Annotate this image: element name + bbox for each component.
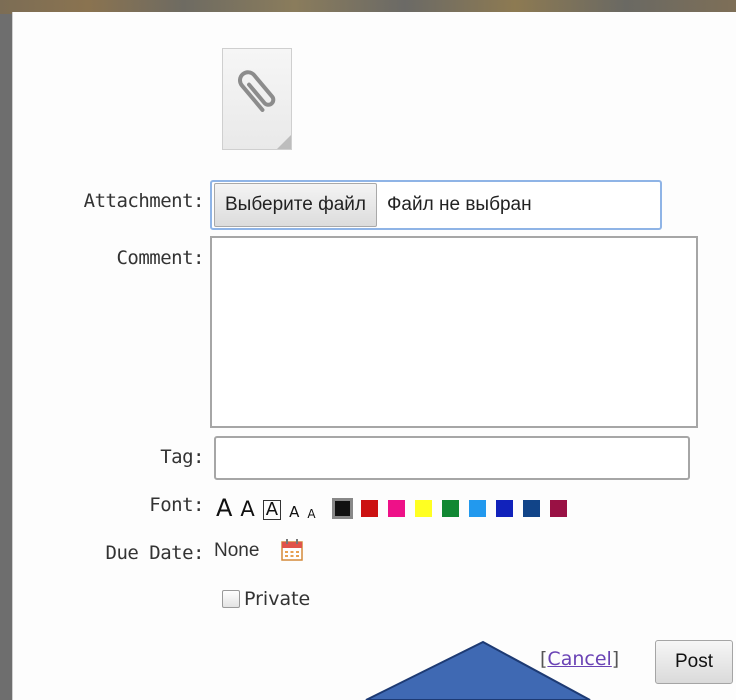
color-swatch-blue[interactable] <box>495 500 513 517</box>
color-swatch-green[interactable] <box>441 500 459 517</box>
font-size-normal-button[interactable]: A <box>262 500 282 520</box>
private-option[interactable]: Private <box>222 588 310 610</box>
tag-label: Tag: <box>160 446 204 468</box>
font-size-xsmall-button[interactable]: A <box>307 508 315 520</box>
color-swatch-light-blue[interactable] <box>468 500 486 517</box>
color-swatch-yellow[interactable] <box>414 500 432 517</box>
paperclip-icon <box>238 70 276 112</box>
color-swatch-black[interactable] <box>331 498 353 519</box>
due-date-label: Due Date: <box>105 542 205 564</box>
choose-file-button[interactable]: Выберите файл <box>214 183 377 227</box>
calendar-icon[interactable] <box>280 538 304 562</box>
private-label: Private <box>244 588 311 610</box>
font-size-small-button[interactable]: A <box>289 505 299 520</box>
post-button[interactable]: Post <box>655 640 733 684</box>
page-fold <box>277 135 291 149</box>
color-swatch-maroon[interactable] <box>549 500 567 517</box>
font-label: Font: <box>149 494 204 516</box>
font-size-large-button[interactable]: A <box>240 499 254 520</box>
attachment-label: Attachment: <box>83 190 205 212</box>
tag-input[interactable] <box>214 436 690 480</box>
cancel-close-bracket: ] <box>611 648 620 670</box>
color-swatch-red[interactable] <box>360 500 378 517</box>
file-status: Файл не выбран <box>386 194 532 215</box>
comment-label: Comment: <box>116 247 204 269</box>
comment-textarea[interactable] <box>210 236 698 428</box>
pointer-arrow <box>365 640 591 700</box>
color-swatch-navy[interactable] <box>522 500 540 517</box>
attachment-preview <box>222 48 292 150</box>
private-checkbox[interactable] <box>222 590 240 608</box>
due-date-value: None <box>214 540 260 561</box>
color-swatch-pink[interactable] <box>387 500 405 517</box>
font-size-xlarge-button[interactable]: A <box>216 496 232 520</box>
font-toolbar: A A A A A <box>216 488 577 520</box>
file-input[interactable]: Выберите файл Файл не выбран <box>210 180 662 230</box>
